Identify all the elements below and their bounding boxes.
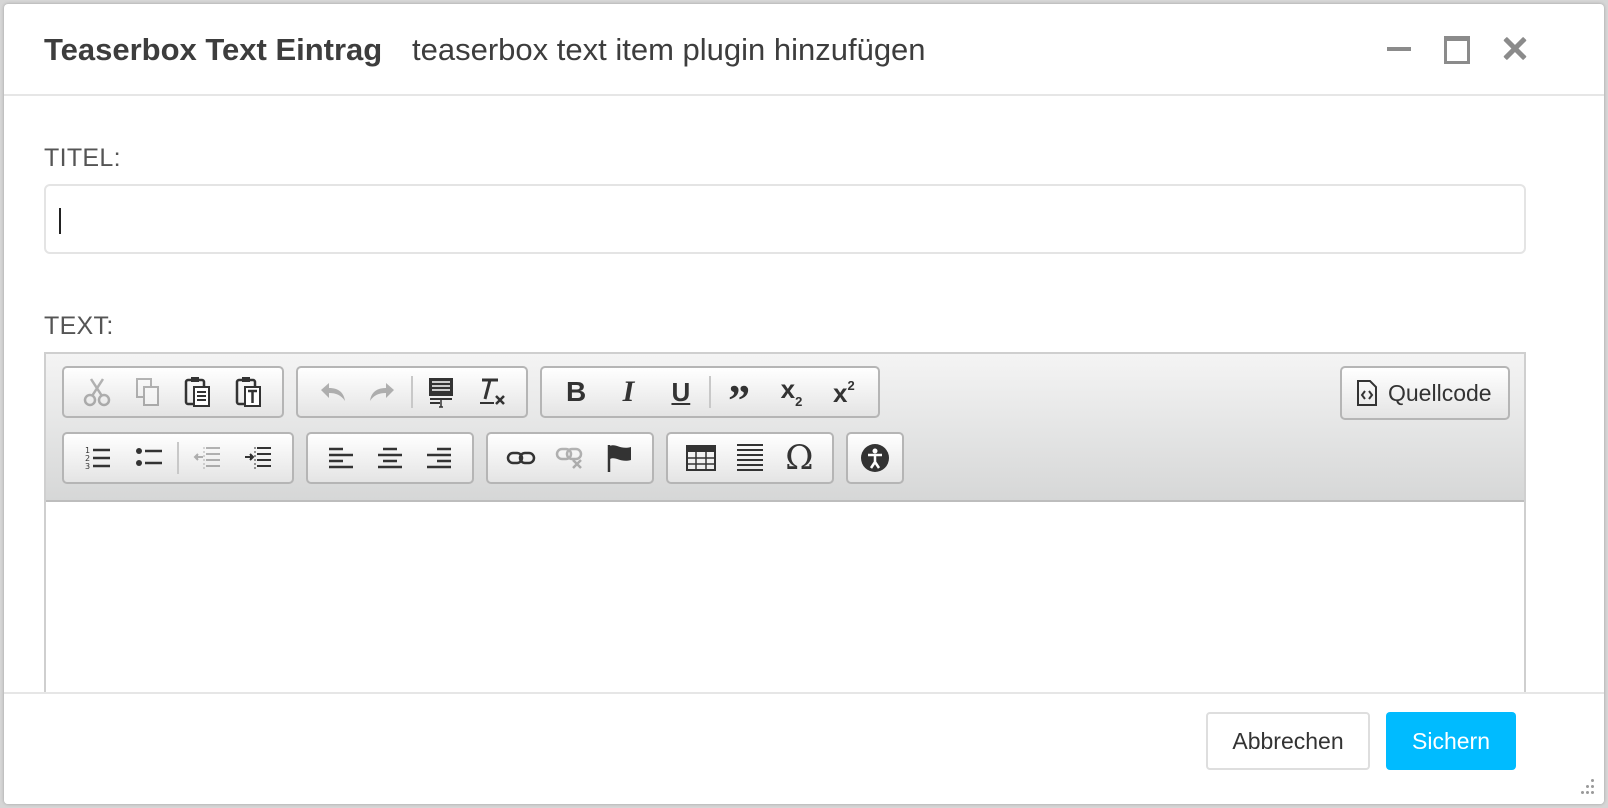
redo-icon[interactable] <box>358 370 410 414</box>
remove-format-icon[interactable] <box>466 370 518 414</box>
editor-toolbar: B I U ” x2 x2 Quellcode 123 Ω <box>46 354 1524 502</box>
undo-icon[interactable] <box>306 370 358 414</box>
indent-icon[interactable] <box>232 436 284 480</box>
cut-icon[interactable] <box>72 370 123 414</box>
cancel-button[interactable]: Abbrechen <box>1206 712 1370 770</box>
dialog-header: Teaserbox Text Eintrag teaserbox text it… <box>4 4 1604 96</box>
outdent-icon[interactable] <box>181 436 233 480</box>
toolbar-separator <box>709 376 711 408</box>
unlink-icon[interactable] <box>545 436 594 480</box>
dialog-title: Teaserbox Text Eintrag <box>44 32 383 67</box>
paste-from-word-icon[interactable] <box>415 370 467 414</box>
insert-group: Ω <box>666 432 834 484</box>
anchor-flag-icon[interactable] <box>595 436 644 480</box>
minimize-icon[interactable] <box>1384 34 1414 64</box>
dialog: Teaserbox Text Eintrag teaserbox text it… <box>4 4 1604 804</box>
clipboard-group <box>62 366 284 418</box>
dialog-subtitle: teaserbox text item plugin hinzufügen <box>412 32 926 67</box>
source-code-icon <box>1357 380 1377 406</box>
toolbar-separator <box>177 442 179 474</box>
accessibility-group <box>846 432 904 484</box>
history-group <box>296 366 528 418</box>
blockquote-icon[interactable]: ” <box>713 370 765 423</box>
title-label: TITEL: <box>44 144 121 172</box>
resize-handle-icon[interactable] <box>1578 778 1596 796</box>
special-character-icon[interactable]: Ω <box>775 436 824 480</box>
list-group: 123 <box>62 432 294 484</box>
accessibility-icon[interactable] <box>848 436 902 480</box>
copy-icon[interactable] <box>123 370 174 414</box>
italic-icon[interactable]: I <box>602 370 654 414</box>
dialog-footer: Abbrechen Sichern <box>4 692 1604 804</box>
align-left-icon[interactable] <box>316 436 365 480</box>
horizontal-rule-icon[interactable] <box>725 436 774 480</box>
align-center-icon[interactable] <box>365 436 414 480</box>
align-group <box>306 432 474 484</box>
save-button[interactable]: Sichern <box>1386 712 1516 770</box>
paste-as-text-icon[interactable] <box>224 370 275 414</box>
bold-icon[interactable]: B <box>550 370 602 414</box>
source-code-button[interactable]: Quellcode <box>1340 366 1510 420</box>
text-label: TEXT: <box>44 312 114 340</box>
link-group <box>486 432 654 484</box>
align-right-icon[interactable] <box>415 436 464 480</box>
text-cursor <box>59 208 61 234</box>
link-icon[interactable] <box>496 436 545 480</box>
superscript-icon[interactable]: x2 <box>818 370 870 414</box>
formatting-group: B I U ” x2 x2 <box>540 366 880 423</box>
paste-icon[interactable] <box>173 370 224 414</box>
underline-icon[interactable]: U <box>655 370 707 414</box>
title-input[interactable] <box>44 184 1526 254</box>
svg-text:3: 3 <box>85 462 90 471</box>
close-icon[interactable] <box>1500 34 1530 64</box>
toolbar-separator <box>411 376 413 408</box>
bulleted-list-icon[interactable] <box>124 436 176 480</box>
subscript-icon[interactable]: x2 <box>765 370 817 414</box>
maximize-icon[interactable] <box>1442 34 1472 64</box>
numbered-list-icon[interactable]: 123 <box>72 436 124 480</box>
source-code-label: Quellcode <box>1388 379 1492 406</box>
table-icon[interactable] <box>676 436 725 480</box>
